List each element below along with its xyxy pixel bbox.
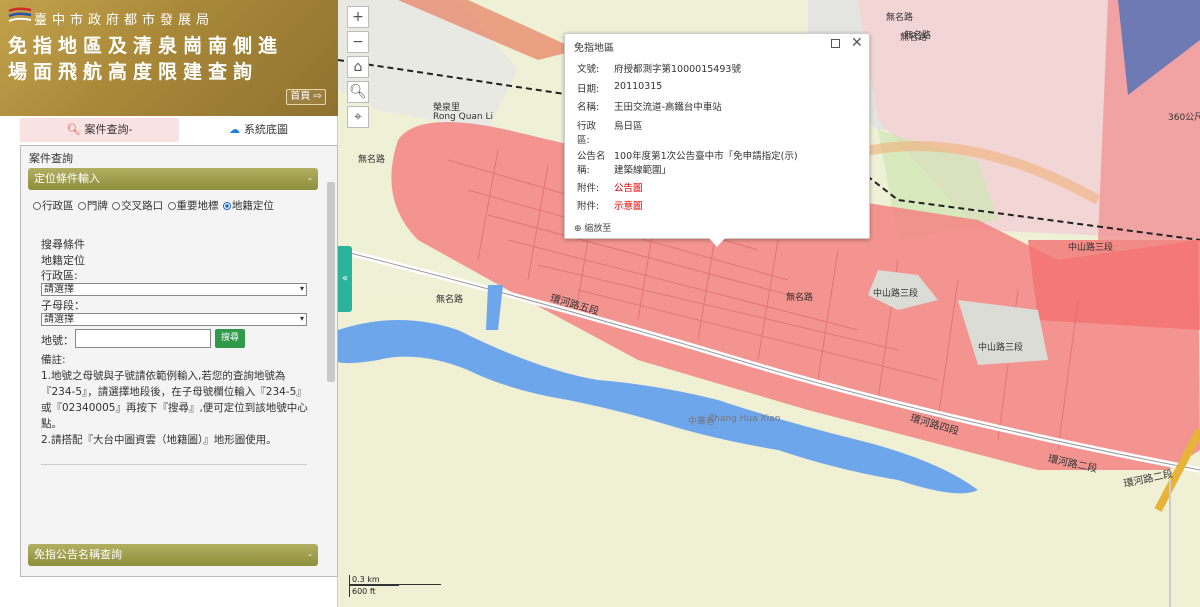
search-condition-value: 地籍定位: [41, 254, 85, 267]
section-label: 子母段：: [41, 299, 85, 312]
road-label: 無名路: [886, 13, 914, 23]
agency-name: 臺中市政府都市發展局: [34, 13, 215, 28]
breadcrumb: 案件查詢: [29, 152, 73, 165]
scale-km: 0.3 km: [352, 575, 380, 584]
home-extent-button[interactable]: ⌂: [347, 56, 369, 78]
radio-intersection[interactable]: 交叉路口: [112, 198, 163, 213]
radio-cadastral[interactable]: 地籍定位: [222, 198, 274, 213]
popup-key: 公告名稱:: [577, 151, 606, 176]
district-select[interactable]: 請選擇 ▾: [41, 283, 307, 296]
search-map-button[interactable]: 🔍︎: [347, 81, 369, 103]
radio-district[interactable]: 行政區: [33, 198, 74, 213]
tab-basemap[interactable]: ☁ 系統底圖: [179, 118, 338, 142]
app-title-line2: 場面飛航高度限建查詢: [8, 61, 259, 83]
road-label: 無名路: [358, 155, 386, 165]
collapse-panel-tab[interactable]: «: [338, 246, 352, 312]
chevron-down-icon: ▾: [299, 284, 304, 293]
popup-key: 附件:: [577, 201, 600, 212]
search-button[interactable]: 搜尋: [215, 329, 245, 348]
scale-ft: 600 ft: [352, 587, 376, 596]
divider: [41, 464, 307, 465]
popup-key: 日期:: [577, 84, 600, 95]
road-label: 無名路: [900, 33, 928, 43]
zoom-out-button[interactable]: −: [347, 31, 369, 53]
zoom-to-label: 縮放至: [584, 224, 612, 234]
notes-item-1: 1.地號之母號與子號請依範例輸入,若您的查詢地號為『234-5』，請選擇地段後，…: [41, 370, 308, 430]
zoom-to-link[interactable]: ⊕ 縮放至: [574, 221, 611, 234]
road-label: 中山路三段: [978, 343, 1024, 353]
zoom-in-button[interactable]: +: [347, 6, 369, 28]
popup-value: 府授都測字第1000015493號: [614, 64, 741, 75]
home-button-label: 首頁: [290, 91, 311, 102]
attachment-link[interactable]: 公告圖: [614, 180, 804, 194]
left-panel: 臺中市政府都市發展局 免指地區及清泉崗南側進 場面飛航高度限建查詢 首頁 ⇨ 🔍…: [0, 0, 338, 607]
app-title-line1: 免指地區及清泉崗南側進: [8, 35, 284, 57]
road-label: 中山路三段: [1068, 243, 1114, 253]
district-label: 行政區:: [41, 269, 78, 282]
scale-bar: 0.3 km 600 ft: [349, 575, 441, 599]
zoom-icon: ⊕: [574, 224, 582, 234]
radio-landmark[interactable]: 重要地標: [167, 198, 219, 213]
tab-bar: 🔍︎ 案件查詢- ☁ 系統底圖: [20, 118, 338, 142]
area-label: Zhang Hua Xian: [708, 414, 781, 424]
section-notice-label: 免指公告名稱查詢: [34, 548, 122, 561]
popup-value: 20110315: [614, 81, 663, 92]
exit-icon: ⇨: [313, 91, 322, 102]
maximize-icon[interactable]: [831, 39, 840, 48]
locate-button[interactable]: ⌖: [347, 106, 369, 128]
tab-case-search-label: 案件查詢-: [84, 123, 133, 136]
notes: 備註: 1.地號之母號與子號請依範例輸入,若您的查詢地號為『234-5』，請選擇…: [41, 352, 311, 448]
section-select-value: 請選擇: [44, 314, 74, 325]
search-condition-label: 搜尋條件: [41, 238, 85, 251]
feature-popup: 免指地區 ✕ 文號: 府授都測字第1000015493號 日期: 2011031…: [564, 33, 870, 247]
map-controls: + − ⌂ 🔍︎ ⌖: [347, 6, 369, 131]
road-label: 中山路三段: [873, 289, 919, 299]
section-location-label: 定位條件輸入: [34, 172, 100, 185]
tab-basemap-label: 系統底圖: [244, 123, 288, 136]
popup-value: 烏日區: [614, 121, 643, 132]
chevron-down-icon: ▾: [299, 314, 304, 323]
popup-title: 免指地區: [574, 43, 614, 54]
popup-value: 100年度第1次公告臺中市「免申請指定(示)建築線範圍」: [614, 151, 798, 176]
tab-case-search[interactable]: 🔍︎ 案件查詢-: [20, 118, 179, 142]
panel-body: 案件查詢 定位條件輸入 - 行政區 門牌 交叉路口 重要地標 地籍定位 搜尋條件…: [20, 145, 338, 577]
panel-scrollbar[interactable]: [327, 182, 335, 382]
popup-key: 附件:: [577, 183, 600, 194]
district-select-value: 請選擇: [44, 284, 74, 295]
landno-input[interactable]: [75, 329, 211, 348]
home-button[interactable]: 首頁 ⇨: [286, 89, 326, 105]
radio-address[interactable]: 門牌: [77, 198, 108, 213]
area-label: Rong Quan Li: [433, 112, 494, 122]
landno-label: 地號：: [41, 334, 74, 347]
attachment-link[interactable]: 示意圖: [614, 198, 804, 212]
location-type-radios: 行政區 門牌 交叉路口 重要地標 地籍定位: [33, 198, 275, 213]
road-label: 360公尺: [1168, 113, 1200, 123]
road-label: 無名路: [786, 293, 814, 303]
popup-key: 文號:: [577, 64, 600, 75]
search-icon: 🔍︎: [66, 123, 81, 136]
cloud-icon: ☁: [229, 123, 240, 136]
notes-item-2: 2.請搭配『大台中圖資雲（地籍圖）』地形圖使用。: [41, 434, 277, 446]
section-select[interactable]: 請選擇 ▾: [41, 313, 307, 326]
city-logo-icon: [8, 7, 32, 22]
section-notice-name-search[interactable]: 免指公告名稱查詢 -: [28, 544, 318, 566]
popup-key: 行政區:: [577, 121, 597, 146]
collapse-toggle[interactable]: -: [308, 544, 312, 566]
locate-icon: ⌖: [354, 109, 362, 125]
home-icon: ⌂: [353, 59, 363, 75]
app-header: 臺中市政府都市發展局 免指地區及清泉崗南側進 場面飛航高度限建查詢 首頁 ⇨: [0, 0, 338, 116]
popup-key: 名稱:: [577, 102, 600, 113]
road-label: 無名路: [436, 295, 464, 305]
collapse-toggle[interactable]: -: [308, 168, 312, 190]
search-icon: 🔍︎: [349, 84, 367, 100]
section-location-input[interactable]: 定位條件輸入 -: [28, 168, 318, 190]
notes-heading: 備註:: [41, 354, 66, 366]
popup-value: 王田交流道-高鐵台中車站: [614, 102, 722, 113]
close-icon[interactable]: ✕: [851, 35, 863, 51]
